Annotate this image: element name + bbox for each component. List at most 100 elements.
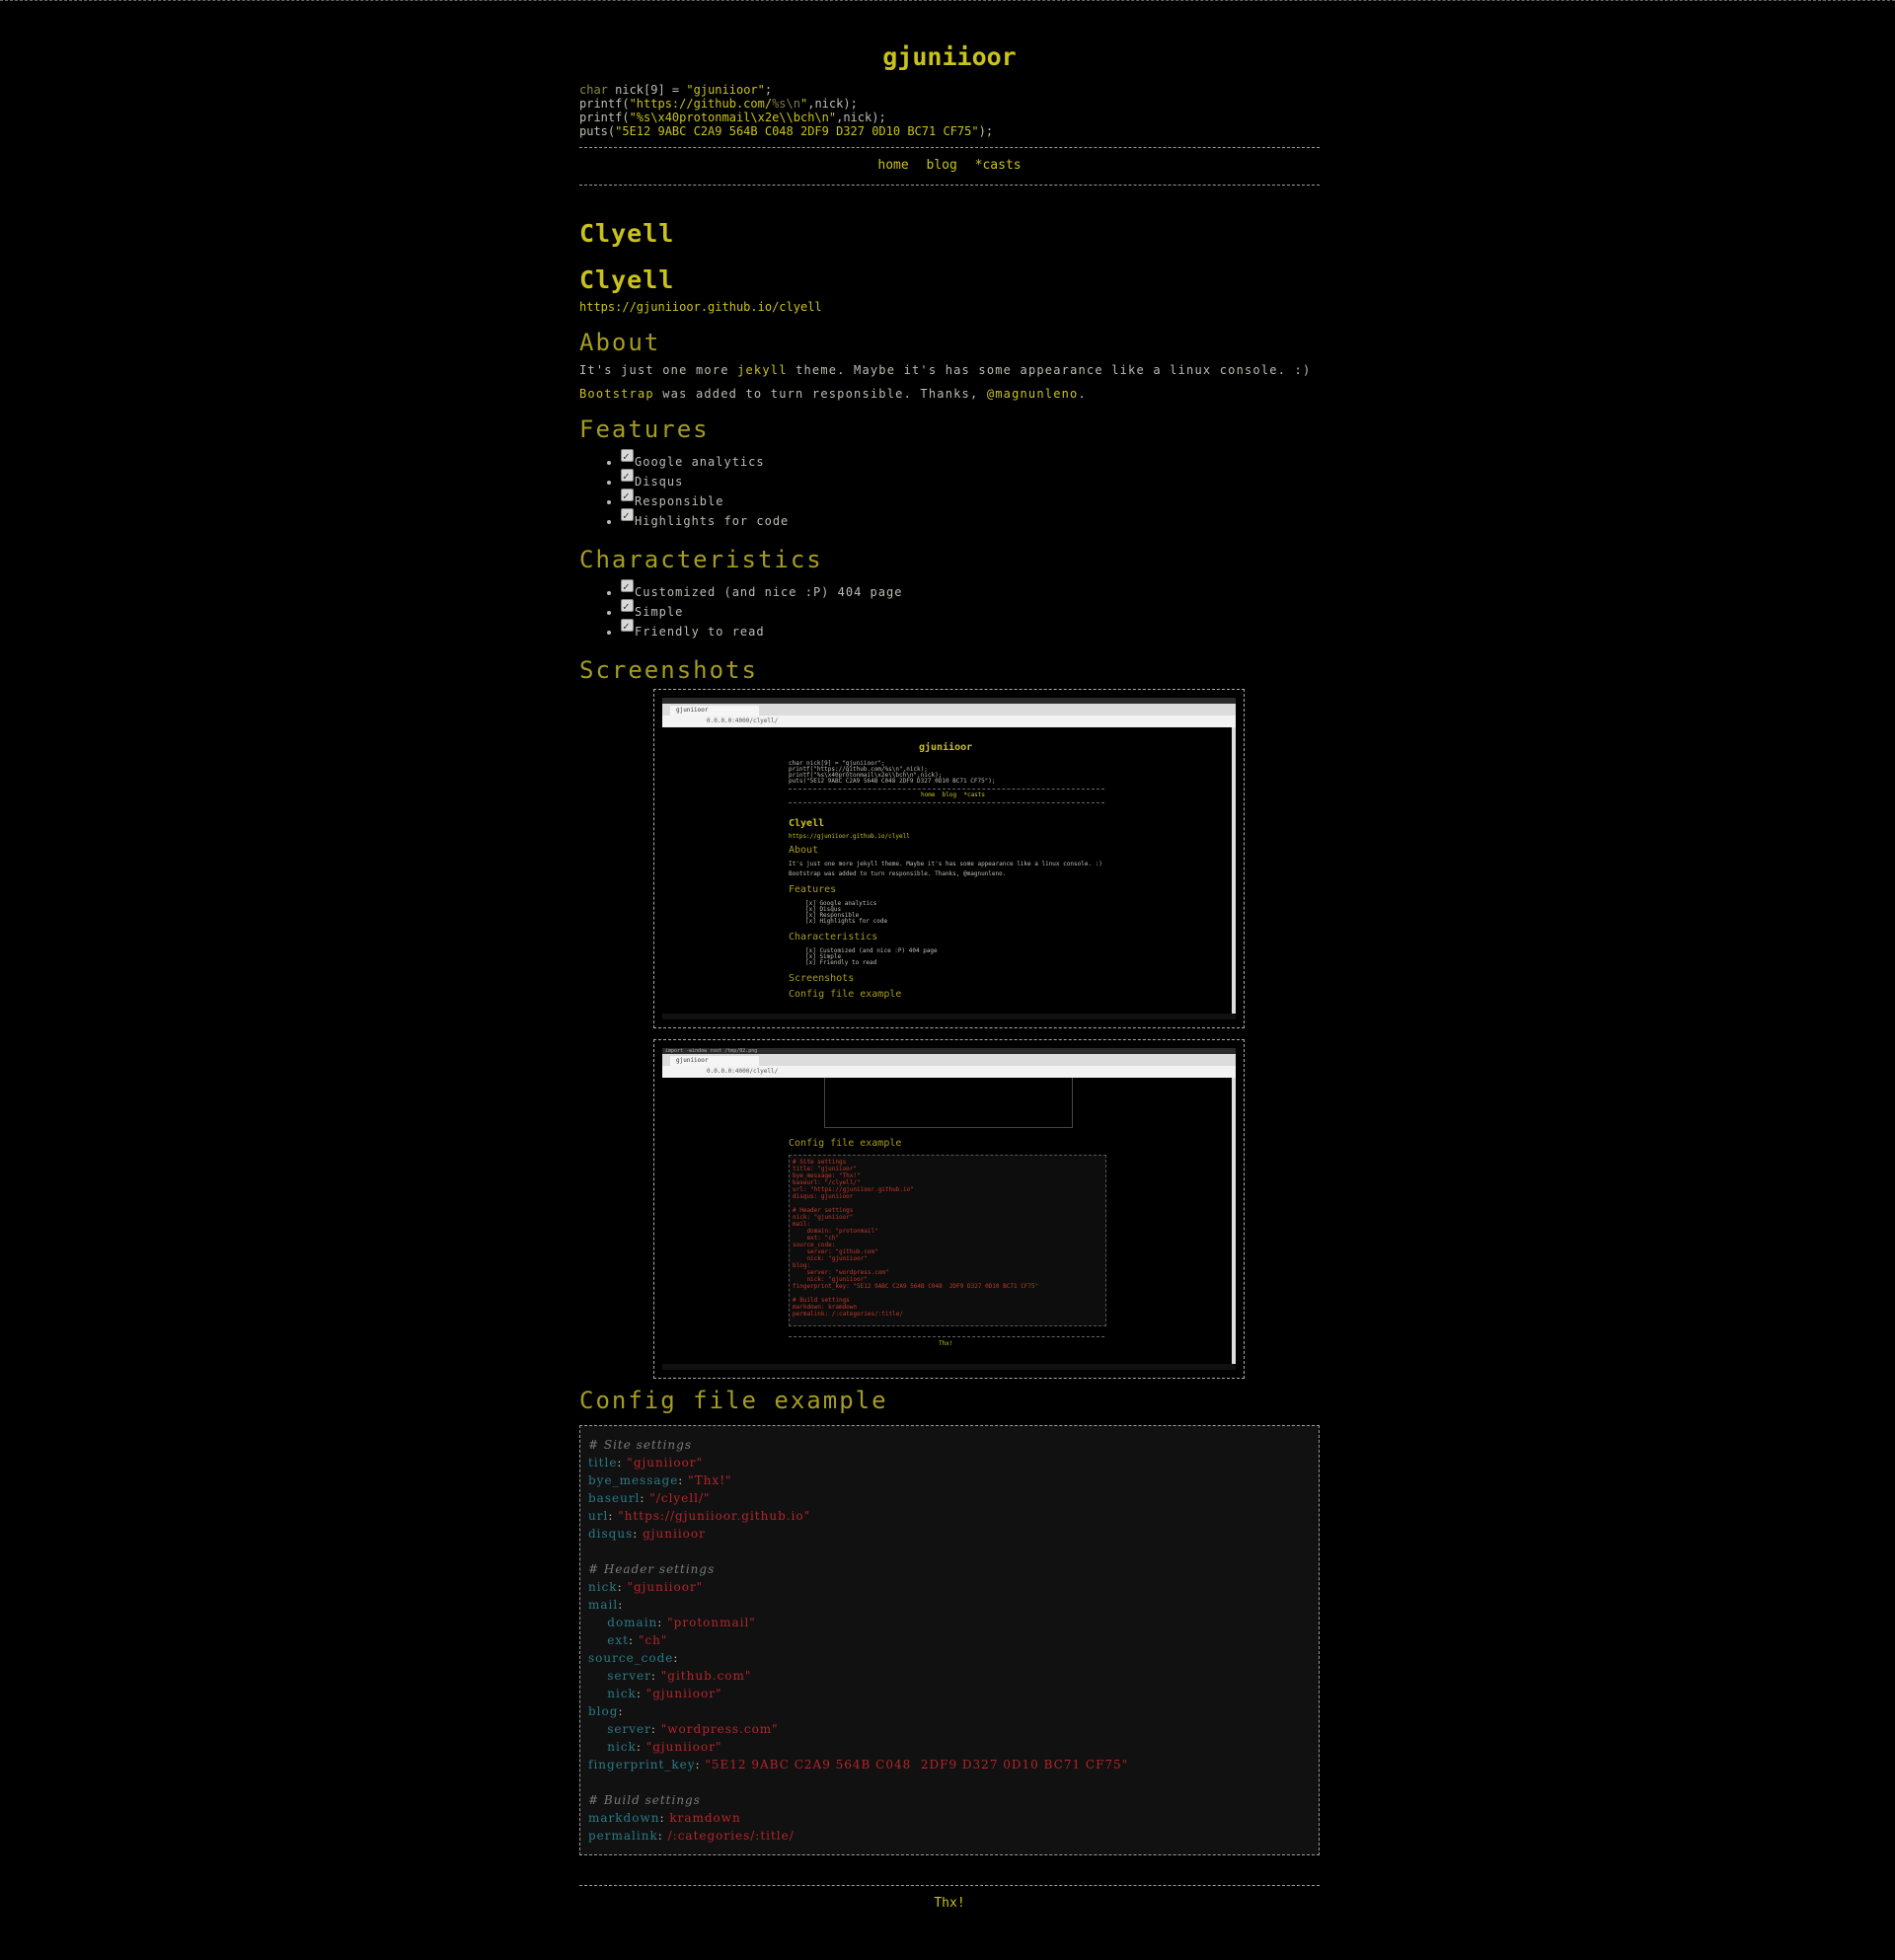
screenshots-area: gjuniioor 0.0.0.0:4000/clyell/ gjuniioor… xyxy=(579,685,1320,1388)
code-comment: # Site settings xyxy=(588,1438,692,1452)
list-item: Google analytics xyxy=(621,447,1320,472)
mini-divider xyxy=(789,802,1104,803)
code-key: nick xyxy=(607,1687,637,1700)
screenshot-2-tab: gjuniioor xyxy=(670,1056,759,1066)
code-comment: # Build settings xyxy=(588,1793,701,1807)
code-comment: # Header settings xyxy=(588,1562,716,1576)
mini-title: gjuniioor xyxy=(919,742,973,753)
checkbox[interactable] xyxy=(621,597,634,617)
nav-blog-link[interactable]: blog xyxy=(927,158,957,173)
code-key: bye_message xyxy=(588,1473,679,1487)
code-key: blog xyxy=(588,1704,619,1718)
screenshot-1-statusbar xyxy=(662,1014,1236,1019)
mini-footer-divider xyxy=(789,1336,1104,1337)
code-key: nick xyxy=(607,1740,637,1754)
main-nav: home blog *casts xyxy=(579,148,1320,185)
mini-about-p2: Bootstrap was added to turn responsible.… xyxy=(789,870,1007,877)
features-heading: Features xyxy=(579,415,710,443)
about-heading: About xyxy=(579,329,661,356)
nav-divider xyxy=(579,185,1320,186)
code-value: "gjuniioor" xyxy=(645,1740,722,1754)
checkbox[interactable] xyxy=(621,467,634,487)
jekyll-link[interactable]: jekyll xyxy=(737,363,788,377)
code-line-4: puts("5E12 9ABC C2A9 564B C048 2DF9 D327… xyxy=(579,124,994,138)
mini-characteristics: Characteristics xyxy=(789,932,878,942)
mini-list-item: [x] Highlights for code xyxy=(805,918,888,925)
nav-home-link[interactable]: home xyxy=(877,158,908,173)
mini-link: https://gjuniioor.github.io/clyell xyxy=(789,833,910,840)
checkbox[interactable] xyxy=(621,487,634,506)
mini-code: permalink: /:categories/:title/ xyxy=(793,1311,903,1318)
screenshot-1-tab: gjuniioor xyxy=(670,706,759,716)
code-value: "wordpress.com" xyxy=(660,1722,779,1736)
project-link[interactable]: https://gjuniioor.github.io/clyell xyxy=(579,300,1320,314)
mini-thx: Thx! xyxy=(939,1340,953,1347)
bootstrap-link[interactable]: Bootstrap xyxy=(579,387,654,401)
header-code: char nick[9] = "gjuniioor"; printf("http… xyxy=(579,83,1320,138)
code-value: "ch" xyxy=(638,1633,668,1647)
checkbox[interactable] xyxy=(621,577,634,597)
code-key: domain xyxy=(607,1616,658,1629)
mini-code: fingerprint_key: "5E12 9ABC C2A9 564B C0… xyxy=(793,1283,1039,1290)
footer-message: Thx! xyxy=(934,1896,965,1911)
mini-features: Features xyxy=(789,884,837,895)
list-item: Customized (and nice :P) 404 page xyxy=(621,577,1320,602)
code-line: permalink: /:categories/:title/ xyxy=(588,1829,795,1843)
code-line: ext: "ch" xyxy=(607,1633,668,1647)
screenshot-1[interactable]: gjuniioor 0.0.0.0:4000/clyell/ gjuniioor… xyxy=(653,689,1245,1028)
screenshots-heading: Screenshots xyxy=(579,656,758,684)
features-list: Google analytics Disqus Responsible High… xyxy=(579,447,1320,531)
post-title[interactable]: Clyell xyxy=(579,219,1320,249)
magnunleno-link[interactable]: @magnunleno xyxy=(987,387,1079,401)
list-item: Highlights for code xyxy=(621,506,1320,531)
screenshot-2[interactable]: import -window root /tmp/02.png gjuniioo… xyxy=(653,1039,1245,1379)
config-heading: Config file example xyxy=(579,1387,888,1414)
code-key: fingerprint_key xyxy=(588,1758,696,1772)
characteristics-list: Customized (and nice :P) 404 page Simple… xyxy=(579,577,1320,641)
checkbox[interactable] xyxy=(621,447,634,467)
mini-divider xyxy=(789,789,1104,790)
nav-casts-link[interactable]: *casts xyxy=(975,158,1022,173)
code-key: permalink xyxy=(588,1829,658,1843)
screenshot-1-scrollbar xyxy=(1232,727,1236,1014)
mini-list-item: [x] Friendly to read xyxy=(805,959,877,966)
about-paragraph-1: It's just one more jekyll theme. Maybe i… xyxy=(579,363,1312,377)
code-value: "Thx!" xyxy=(688,1473,732,1487)
code-key: url xyxy=(588,1509,609,1523)
code-line: url: "https://gjuniioor.github.io" xyxy=(588,1509,811,1523)
screenshot-2-tabbar: gjuniioor xyxy=(662,1054,1236,1066)
code-value: /:categories/:title/ xyxy=(667,1829,795,1843)
code-value: gjuniioor xyxy=(643,1527,706,1541)
code-value: "/clyell/" xyxy=(649,1491,711,1505)
code-key: source_code xyxy=(588,1651,674,1665)
list-item: Responsible xyxy=(621,487,1320,511)
code-line: # Header settings xyxy=(588,1560,1311,1578)
code-line: markdown: kramdown xyxy=(588,1811,741,1825)
code-line: # Build settings xyxy=(588,1791,1311,1809)
site-title[interactable]: gjuniioor xyxy=(579,42,1320,72)
list-item: Simple xyxy=(621,597,1320,622)
code-value: kramdown xyxy=(669,1811,741,1825)
code-line: nick: "gjuniioor" xyxy=(607,1687,722,1700)
config-code-block: # Site settings title: "gjuniioor" bye_mes… xyxy=(579,1425,1320,1855)
code-line-2: printf("https://github.com/%s\n",nick); xyxy=(579,97,858,111)
code-line: server: "github.com" xyxy=(607,1669,752,1683)
code-key: ext xyxy=(607,1633,629,1647)
screenshot-2-window: import -window root /tmp/02.png gjuniioo… xyxy=(662,1048,1236,1370)
code-value: "https://gjuniioor.github.io" xyxy=(618,1509,811,1523)
checkbox[interactable] xyxy=(621,506,634,526)
code-line: baseurl: "/clyell/" xyxy=(588,1491,711,1505)
code-line: mail: xyxy=(588,1598,624,1612)
code-line: server: "wordpress.com" xyxy=(607,1722,779,1736)
screenshot-2-page: Config file example # Site settings titl… xyxy=(662,1078,1232,1364)
code-line: source_code: xyxy=(588,1651,679,1665)
page-container: gjuniioor char nick[9] = "gjuniioor"; pr… xyxy=(579,42,1320,1911)
code-value: "gjuniioor" xyxy=(627,1580,704,1594)
mini-config-heading: Config file example xyxy=(789,1138,902,1149)
checkbox[interactable] xyxy=(621,617,634,637)
screenshot-1-page: gjuniioor char nick[9] = "gjuniioor"; pr… xyxy=(662,727,1232,1014)
code-line: nick: "gjuniioor" xyxy=(607,1740,722,1754)
mini-code: disqus: gjuniioor xyxy=(793,1193,854,1200)
